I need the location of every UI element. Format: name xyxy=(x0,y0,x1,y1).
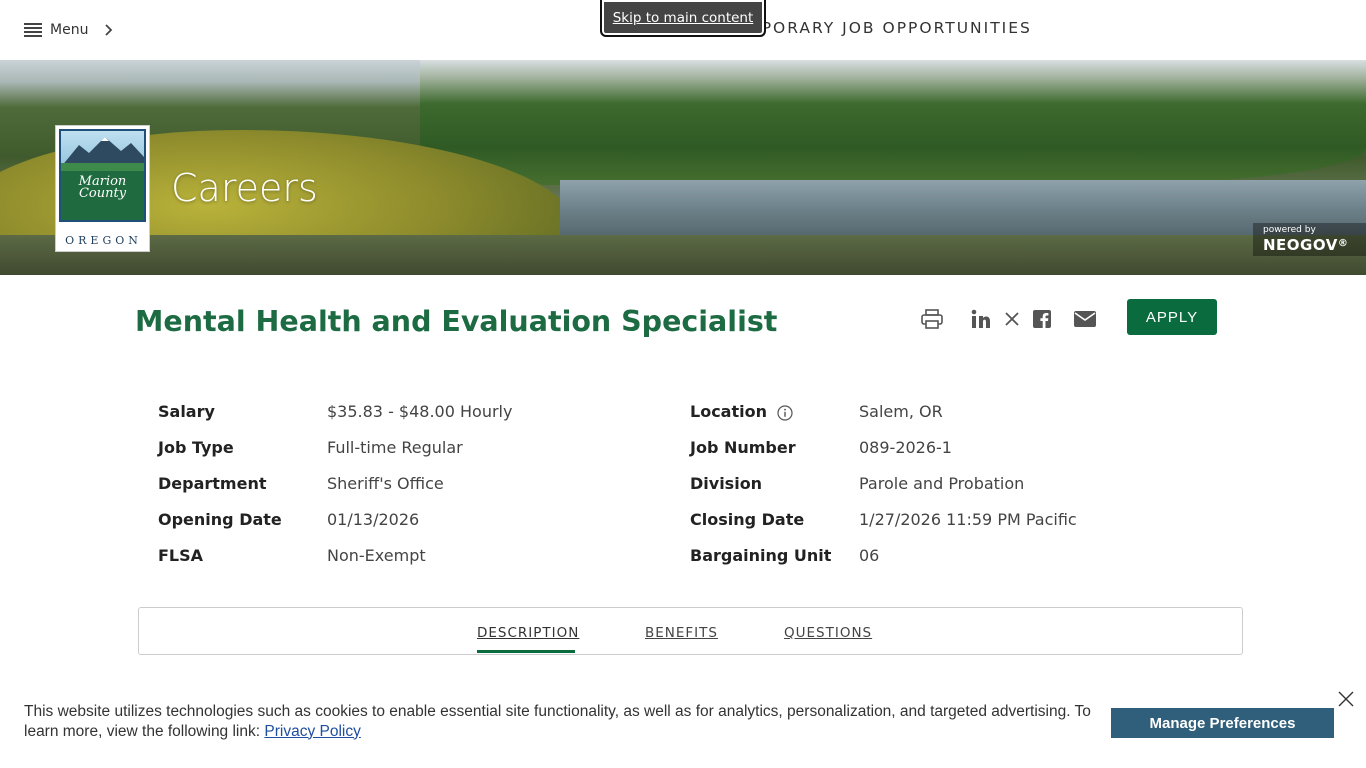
powered-by-neogov[interactable]: powered by NEOGOV® xyxy=(1253,223,1366,256)
neogov-brand: NEOGOV xyxy=(1263,236,1338,254)
opening-date-label: Opening Date xyxy=(158,510,282,529)
logo-county-name: Marion County xyxy=(61,175,144,201)
salary-label: Salary xyxy=(158,402,215,421)
linkedin-icon xyxy=(971,309,990,328)
job-title: Mental Health and Evaluation Specialist xyxy=(135,305,778,338)
close-icon[interactable] xyxy=(1337,690,1355,708)
job-number-label: Job Number xyxy=(690,438,796,457)
menu-label: Menu xyxy=(50,22,89,38)
logo-emblem: Marion County xyxy=(59,129,146,222)
department-value: Sheriff's Office xyxy=(327,474,444,493)
banner-trees xyxy=(420,60,1366,185)
x-icon xyxy=(1005,312,1019,326)
job-number-value: 089-2026-1 xyxy=(859,438,952,457)
tab-questions[interactable]: QUESTIONS xyxy=(784,625,872,641)
job-type-value: Full-time Regular xyxy=(327,438,463,457)
flsa-value: Non-Exempt xyxy=(327,546,426,565)
print-button[interactable] xyxy=(920,307,944,331)
skip-link-text[interactable]: Skip to main content xyxy=(613,10,754,26)
logo-mountain xyxy=(61,131,144,171)
location-label: Location xyxy=(690,402,793,421)
privacy-policy-link[interactable]: Privacy Policy xyxy=(264,723,360,740)
department-label: Department xyxy=(158,474,267,493)
share-email-button[interactable] xyxy=(1073,307,1097,331)
logo-state: OREGON xyxy=(65,234,142,247)
hamburger-icon xyxy=(24,23,42,37)
closing-date-value: 1/27/2026 11:59 PM Pacific xyxy=(859,510,1077,529)
tab-benefits[interactable]: BENEFITS xyxy=(645,625,718,641)
email-icon xyxy=(1074,311,1096,327)
job-details: Salary $35.83 - $48.00 Hourly Job Type F… xyxy=(158,393,1158,573)
menu-button[interactable]: Menu xyxy=(24,20,116,40)
salary-value: $35.83 - $48.00 Hourly xyxy=(327,402,513,421)
job-tabs: DESCRIPTION BENEFITS QUESTIONS xyxy=(138,607,1243,655)
print-icon xyxy=(921,309,943,329)
location-value: Salem, OR xyxy=(859,402,943,421)
banner-shore xyxy=(0,235,1366,275)
info-icon[interactable] xyxy=(776,404,793,421)
manage-preferences-button[interactable]: Manage Preferences xyxy=(1111,708,1334,738)
cookie-message: This website utilizes technologies such … xyxy=(24,702,1104,741)
facebook-icon xyxy=(1033,310,1051,328)
job-type-label: Job Type xyxy=(158,438,234,457)
cookie-text: This website utilizes technologies such … xyxy=(24,703,1091,740)
share-x-button[interactable] xyxy=(1002,307,1022,331)
powered-by-label: powered by xyxy=(1263,225,1316,235)
tab-description[interactable]: DESCRIPTION xyxy=(477,625,579,641)
marion-county-logo[interactable]: Marion County OREGON xyxy=(55,125,150,252)
division-value: Parole and Probation xyxy=(859,474,1025,493)
bargaining-unit-label: Bargaining Unit xyxy=(690,546,832,565)
division-label: Division xyxy=(690,474,763,493)
active-tab-indicator xyxy=(477,650,575,653)
bargaining-unit-value: 06 xyxy=(859,546,880,565)
top-bar: Menu AND TEMPORARY JOB OPPORTUNITIES Ski… xyxy=(0,0,1366,60)
opening-date-value: 01/13/2026 xyxy=(327,510,420,529)
banner-lake xyxy=(560,180,1366,240)
cookie-banner: This website utilizes technologies such … xyxy=(0,678,1366,768)
chevron-right-icon xyxy=(105,24,113,36)
skip-to-main-content-link[interactable]: Skip to main content xyxy=(600,0,766,37)
share-linkedin-button[interactable] xyxy=(969,307,993,331)
logo-text-county: County xyxy=(78,186,127,201)
location-label-text: Location xyxy=(690,402,767,421)
share-facebook-button[interactable] xyxy=(1031,307,1053,331)
careers-title: Careers xyxy=(171,166,318,210)
flsa-label: FLSA xyxy=(158,546,204,565)
apply-button[interactable]: APPLY xyxy=(1127,299,1217,335)
closing-date-label: Closing Date xyxy=(690,510,805,529)
